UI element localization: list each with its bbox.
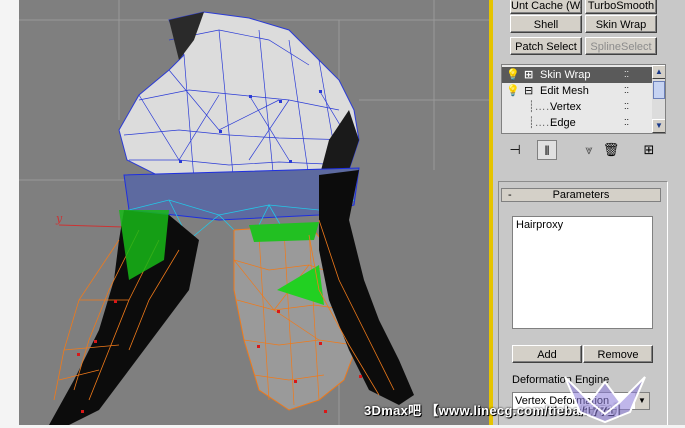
upper-mesh bbox=[118, 11, 360, 186]
axis-label: y bbox=[55, 212, 63, 225]
lightbulb-icon[interactable]: 💡 bbox=[506, 67, 520, 83]
patch-select-button[interactable]: Patch Select bbox=[510, 37, 582, 55]
configure-modifier-sets-icon[interactable]: ⊞ bbox=[639, 140, 659, 160]
stack-item-label: Edit Mesh bbox=[540, 85, 589, 97]
unwrap-cache-button[interactable]: Unt Cache (WS bbox=[510, 0, 582, 14]
collapse-icon[interactable]: ⊟ bbox=[524, 83, 533, 99]
stack-item-edit-mesh[interactable]: 💡 ⊟ Edit Mesh ⁚⁚ bbox=[502, 83, 652, 99]
rollout-toggle[interactable]: - bbox=[508, 189, 512, 201]
stack-item-vertex[interactable]: ┊…… Vertex ⁚⁚ bbox=[502, 99, 652, 115]
viewport-scene: y bbox=[19, 0, 489, 425]
add-button[interactable]: Add bbox=[512, 345, 582, 363]
perspective-viewport[interactable]: y bbox=[19, 0, 489, 425]
scroll-down-icon[interactable]: ▼ bbox=[652, 119, 665, 133]
stack-toolbar: ⊣ ‖ ⩔ 🗑 ⊞ bbox=[501, 140, 666, 162]
stack-item-label: Skin Wrap bbox=[540, 69, 591, 81]
skin-wrap-button[interactable]: Skin Wrap bbox=[585, 15, 657, 33]
instance-dots-icon: ⁚⁚ bbox=[624, 70, 630, 79]
make-unique-icon[interactable]: ⩔ bbox=[579, 140, 599, 160]
instance-dots-icon: ⁚⁚ bbox=[624, 86, 630, 95]
instance-dots-icon: ⁚⁚ bbox=[624, 102, 630, 111]
watermark-logo-icon bbox=[560, 372, 650, 428]
green-band bbox=[249, 222, 319, 242]
remove-modifier-icon[interactable]: 🗑 bbox=[601, 140, 621, 160]
rollout-title: Parameters bbox=[552, 189, 610, 201]
turbosmooth-button[interactable]: TurboSmooth bbox=[585, 0, 657, 14]
modifier-stack[interactable]: 💡 ⊞ Skin Wrap ⁚⁚ 💡 ⊟ Edit Mesh ⁚⁚ ┊…… Ve… bbox=[501, 64, 666, 134]
spline-select-button[interactable]: SplineSelect bbox=[585, 37, 657, 55]
parameters-rollout-header[interactable]: - Parameters bbox=[501, 188, 661, 202]
control-objects-list[interactable]: Hairproxy bbox=[512, 216, 653, 329]
instance-dots-icon: ⁚⁚ bbox=[624, 118, 630, 127]
expand-icon[interactable]: ⊞ bbox=[524, 67, 533, 83]
stack-scrollbar[interactable]: ▲ ▼ bbox=[652, 65, 665, 133]
scroll-up-icon[interactable]: ▲ bbox=[652, 65, 665, 79]
show-end-result-icon[interactable]: ‖ bbox=[537, 140, 557, 160]
pin-stack-icon[interactable]: ⊣ bbox=[505, 140, 525, 160]
lightbulb-icon[interactable]: 💡 bbox=[506, 83, 520, 99]
scroll-thumb[interactable] bbox=[653, 81, 665, 99]
stack-item-label: Vertex bbox=[550, 101, 582, 113]
shell-button[interactable]: Shell bbox=[510, 15, 582, 33]
stack-item-skin-wrap[interactable]: 💡 ⊞ Skin Wrap ⁚⁚ bbox=[502, 67, 652, 83]
modify-panel: Unt Cache (WS TurboSmooth Shell Skin Wra… bbox=[493, 0, 685, 425]
list-item[interactable]: Hairproxy bbox=[516, 219, 649, 231]
window-frame-left bbox=[0, 0, 19, 425]
stack-item-edge[interactable]: ┊…… Edge ⁚⁚ bbox=[502, 115, 652, 131]
stack-item-label: Edge bbox=[550, 117, 576, 129]
remove-button[interactable]: Remove bbox=[583, 345, 653, 363]
